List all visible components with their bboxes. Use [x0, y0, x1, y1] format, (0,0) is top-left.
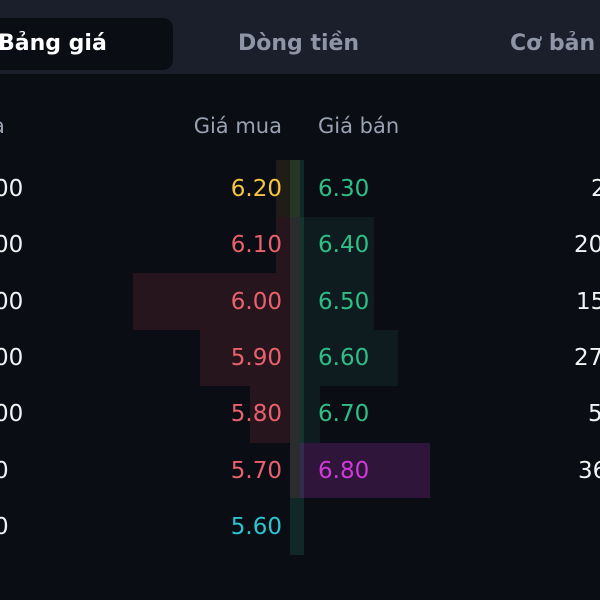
buy-depth-bar [290, 443, 300, 498]
buy-volume-cell: 00 [0, 289, 24, 315]
buy-volume-cell: 00 [0, 176, 24, 202]
buy-price-cell[interactable]: 6.10 [231, 230, 282, 260]
sell-depth-bar [300, 386, 320, 443]
buy-price-cell[interactable]: 6.00 [231, 287, 282, 317]
sell-volume-cell: 36 [578, 458, 600, 484]
buy-price-cell[interactable]: 5.80 [231, 399, 282, 429]
buy-price-cell[interactable]: 5.90 [231, 343, 282, 373]
sell-volume-cell: 5 [588, 401, 600, 427]
sell-price-cell[interactable]: 6.70 [318, 399, 369, 429]
sell-volume-cell: 15 [576, 289, 600, 315]
sell-price-cell[interactable]: 6.30 [318, 174, 369, 204]
sell-price-cell[interactable]: 6.80 [318, 456, 369, 486]
tab-money-flow[interactable]: Dòng tiền [238, 18, 359, 70]
header-sell-price: Giá bán [318, 114, 400, 138]
header-buy-price: Giá mua [193, 114, 282, 138]
sell-price-cell[interactable]: 6.60 [318, 343, 369, 373]
buy-volume-cell: 0 [0, 458, 9, 484]
sell-price-cell[interactable]: 6.40 [318, 230, 369, 260]
buy-volume-cell: 00 [0, 401, 24, 427]
buy-volume-cell: 00 [0, 232, 24, 258]
sell-volume-cell: 2 [591, 176, 600, 202]
buy-price-cell[interactable]: 6.20 [231, 174, 282, 204]
header-buy-volume: a [0, 114, 5, 138]
sell-volume-cell: 20 [574, 232, 600, 258]
buy-price-cell[interactable]: 5.70 [231, 456, 282, 486]
tab-price-board[interactable]: Bảng giá [0, 18, 173, 70]
tab-fundamentals[interactable]: Cơ bản [510, 18, 595, 70]
tab-bar: Bảng giá Dòng tiền Cơ bản [0, 0, 600, 74]
buy-price-cell[interactable]: 5.60 [231, 512, 282, 542]
price-board-screen: Bảng giá Dòng tiền Cơ bản a Giá mua Giá … [0, 0, 600, 600]
buy-volume-cell: 00 [0, 345, 24, 371]
sell-price-cell[interactable]: 6.50 [318, 287, 369, 317]
sell-volume-cell: 27 [574, 345, 600, 371]
buy-volume-cell: 0 [0, 514, 9, 540]
